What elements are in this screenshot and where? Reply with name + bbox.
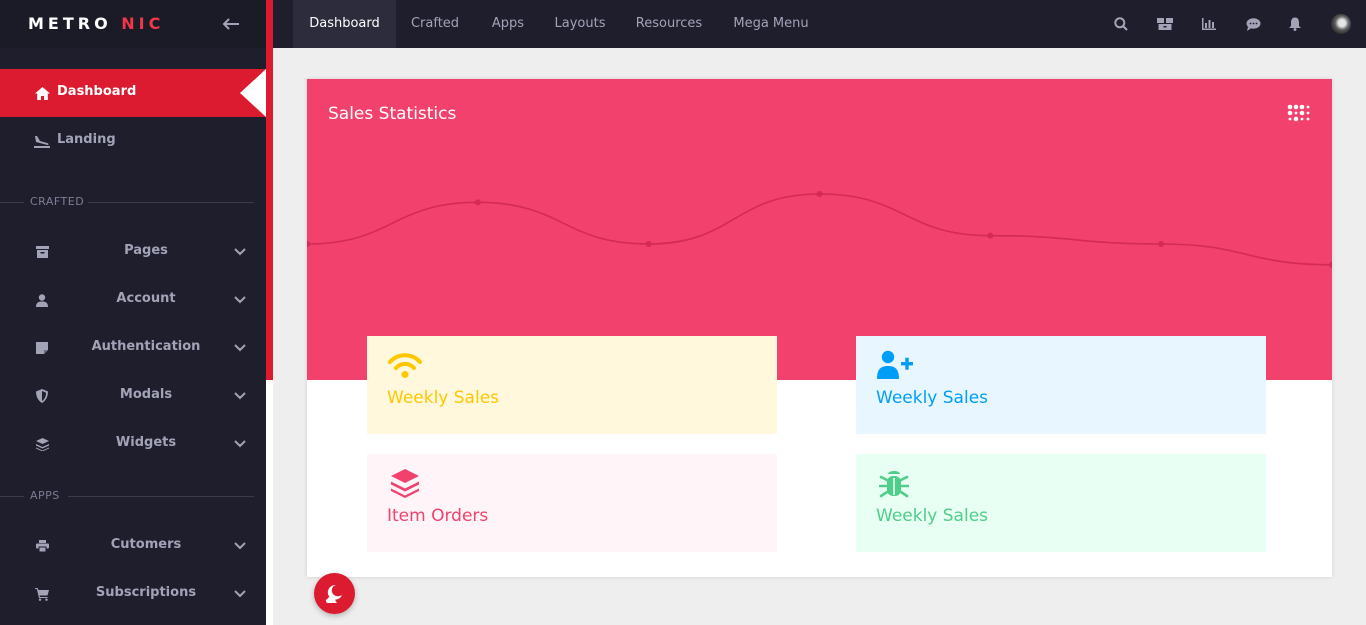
chevron-down-icon	[232, 539, 248, 553]
layers-icon	[387, 468, 423, 498]
tile-label: Weekly Sales	[387, 388, 500, 408]
section-title-apps: APPS	[0, 489, 266, 505]
section-divider	[68, 496, 254, 497]
shopping-cart-icon	[34, 586, 50, 602]
moon-cloud-icon	[324, 584, 346, 604]
bug-icon	[876, 468, 912, 498]
section-title-label: CRAFTED	[30, 195, 85, 208]
tile-weekly-sales-wifi[interactable]: Weekly Sales	[367, 336, 777, 434]
search-icon[interactable]	[1112, 15, 1130, 33]
chevron-down-icon	[232, 389, 248, 403]
tile-label: Item Orders	[387, 506, 489, 526]
logo-text-primary: METRO	[28, 14, 112, 33]
topbar: Dashboard Crafted Apps Layouts Resources…	[273, 0, 1366, 48]
topnav-dashboard[interactable]: Dashboard	[293, 0, 396, 48]
tile-weekly-sales-bug[interactable]: Weekly Sales	[856, 454, 1266, 552]
section-title-label: APPS	[30, 489, 60, 502]
chart-point-6[interactable]	[1329, 261, 1332, 268]
sidebar-item-label: Modals	[119, 387, 173, 402]
sidebar-item-customers[interactable]: Cutomers	[0, 522, 266, 570]
bell-icon[interactable]	[1286, 15, 1304, 33]
active-indicator-arrow	[240, 69, 266, 117]
chat-icon[interactable]	[1244, 15, 1262, 33]
tile-item-orders[interactable]: Item Orders	[367, 454, 777, 552]
sidebar-item-label: Landing	[57, 132, 116, 147]
chart-point-2[interactable]	[645, 241, 652, 247]
home-icon	[34, 85, 50, 101]
sidebar-collapse-arrow-icon[interactable]	[220, 14, 242, 34]
printer-icon	[34, 538, 50, 554]
section-divider	[88, 202, 254, 203]
topnav-resources[interactable]: Resources	[629, 0, 709, 48]
topnav-crafted[interactable]: Crafted	[403, 0, 467, 48]
chart-point-4[interactable]	[987, 232, 994, 239]
sidebar: METRO NIC Dashboard Landing CRAFTED Page…	[0, 0, 266, 625]
chevron-down-icon	[232, 293, 248, 307]
boxes-icon[interactable]	[1156, 15, 1174, 33]
sidebar-item-authentication[interactable]: Authentication	[0, 324, 266, 372]
sidebar-item-subscriptions[interactable]: Subscriptions	[0, 570, 266, 618]
sidebar-item-label: Dashboard	[57, 84, 137, 99]
chart-point-5[interactable]	[1158, 241, 1165, 247]
chevron-down-icon	[232, 245, 248, 259]
section-divider	[0, 202, 24, 203]
brand-header: METRO NIC	[0, 0, 266, 48]
sidebar-item-label: Subscriptions	[95, 585, 197, 600]
sidebar-item-label: Cutomers	[110, 537, 182, 552]
sidebar-accent-strip	[266, 0, 273, 380]
shield-icon	[34, 388, 50, 404]
content-gutter	[266, 380, 273, 625]
sidebar-item-pages[interactable]: Pages	[0, 228, 266, 276]
chart-point-3[interactable]	[816, 191, 823, 197]
section-divider	[0, 496, 24, 497]
sidebar-item-account[interactable]: Account	[0, 276, 266, 324]
chevron-down-icon	[232, 587, 248, 601]
chart-series-line	[307, 193, 1332, 266]
sidebar-item-widgets[interactable]: Widgets	[0, 420, 266, 468]
sidebar-item-label: Authentication	[91, 339, 201, 354]
sales-statistics-card: Sales Statistics Weekly Sales Weekly Sal…	[307, 79, 1332, 577]
topnav-apps[interactable]: Apps	[485, 0, 531, 48]
chart-point-1[interactable]	[474, 199, 481, 206]
layers-icon	[34, 436, 50, 452]
chevron-down-icon	[232, 437, 248, 451]
section-title-crafted: CRAFTED	[0, 195, 266, 211]
tile-weekly-sales-users[interactable]: Weekly Sales	[856, 336, 1266, 434]
wifi-icon	[387, 350, 423, 380]
chevron-down-icon	[232, 341, 248, 355]
topnav-layouts[interactable]: Layouts	[549, 0, 611, 48]
sidebar-item-dashboard[interactable]: Dashboard	[0, 69, 266, 117]
avatar[interactable]	[1331, 14, 1351, 34]
sales-line-chart	[307, 191, 1332, 268]
sidebar-item-label: Account	[116, 291, 176, 306]
sticky-note-icon	[34, 340, 50, 356]
chart-point-0[interactable]	[307, 241, 310, 247]
plane-landing-icon	[34, 133, 50, 149]
tile-label: Weekly Sales	[876, 388, 989, 408]
archive-icon	[34, 244, 50, 260]
logo-text-accent: NIC	[121, 14, 165, 33]
user-icon	[34, 292, 50, 308]
topnav-mega-menu[interactable]: Mega Menu	[727, 0, 815, 48]
bar-chart-icon[interactable]	[1200, 15, 1218, 33]
theme-toggle-button[interactable]	[314, 573, 355, 614]
sidebar-item-modals[interactable]: Modals	[0, 372, 266, 420]
tile-label: Weekly Sales	[876, 506, 989, 526]
brand-logo[interactable]: METRO NIC	[28, 14, 164, 33]
user-plus-icon	[876, 350, 914, 380]
sidebar-item-landing[interactable]: Landing	[0, 117, 266, 165]
sidebar-item-label: Widgets	[115, 435, 177, 450]
sidebar-item-label: Pages	[124, 243, 168, 258]
